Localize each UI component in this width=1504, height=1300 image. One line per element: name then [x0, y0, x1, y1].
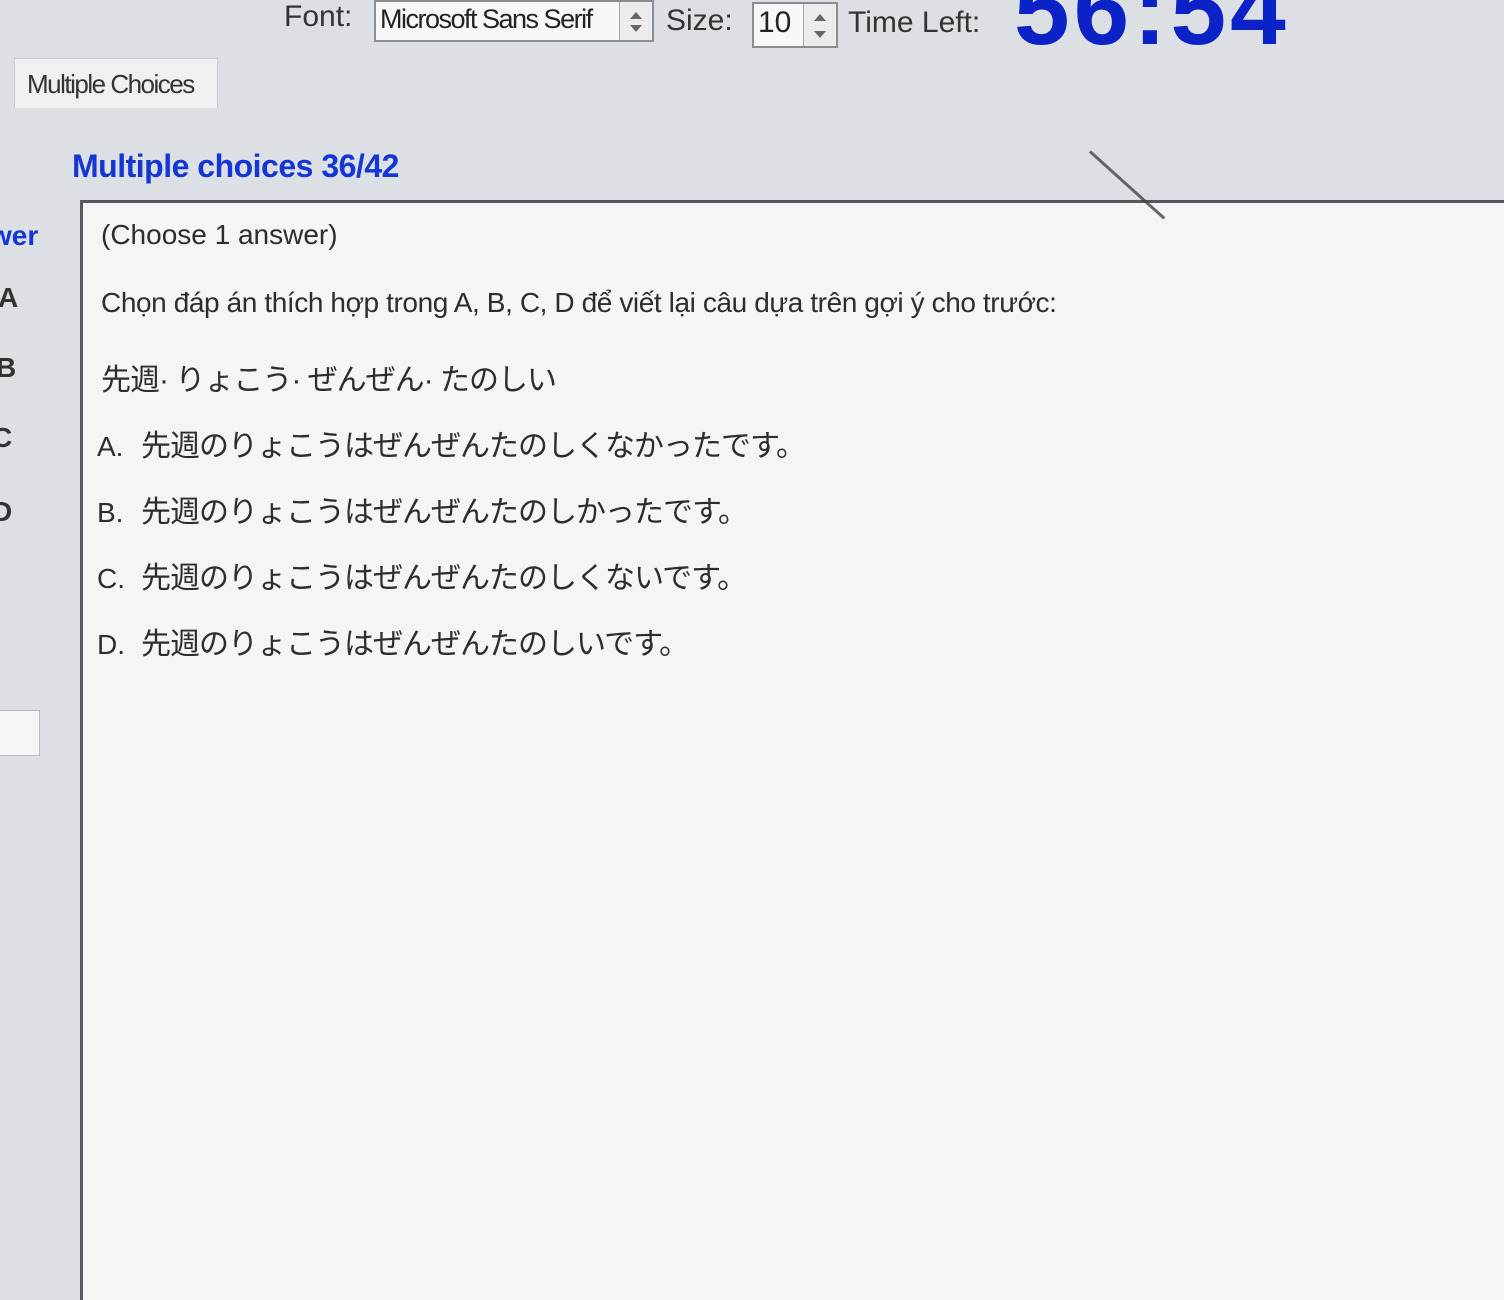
question-sentence: 先週· りょこう· ぜんぜん· たのしい	[101, 364, 557, 397]
choice-text: 先週のりょこうはぜんぜんたのしいです。	[141, 628, 689, 661]
choice-letter: B.	[97, 497, 124, 528]
choice-d[interactable]: D. 先週のりょこうはぜんぜんたのしいです。	[97, 619, 689, 669]
answer-label: wer	[0, 220, 39, 251]
font-spinner[interactable]	[619, 2, 652, 40]
spin-up-icon[interactable]	[630, 12, 642, 19]
time-left-label: Time Left:	[848, 6, 981, 39]
choice-letter: A.	[97, 431, 124, 462]
answer-input[interactable]	[0, 710, 40, 756]
font-select-value: Microsoft Sans Serif	[380, 4, 593, 34]
size-label: Size:	[666, 4, 733, 37]
question-prompt: Chọn đáp án thích hợp trong A, B, C, D đ…	[101, 287, 1057, 318]
choice-letter: D.	[97, 629, 125, 660]
spin-up-icon[interactable]	[814, 14, 826, 21]
tab-label: Multiple Choices	[27, 69, 195, 99]
question-panel: (Choose 1 answer) Chọn đáp án thích hợp …	[80, 200, 1504, 1300]
spin-down-icon[interactable]	[814, 31, 826, 38]
font-label: Font:	[284, 0, 353, 33]
choice-text: 先週のりょこうはぜんぜんたのしくなかったです。	[141, 430, 806, 463]
font-select[interactable]: Microsoft Sans Serif	[374, 0, 654, 42]
size-select[interactable]: 10	[752, 2, 838, 48]
size-select-value: 10	[758, 6, 792, 39]
answer-option-d[interactable]: D	[0, 496, 12, 528]
choice-text: 先週のりょこうはぜんぜんたのしくないです。	[141, 562, 747, 595]
choice-letter: C.	[97, 563, 125, 594]
tab-multiple-choices[interactable]: Multiple Choices	[14, 58, 218, 108]
spin-down-icon[interactable]	[630, 25, 642, 32]
answer-option-a[interactable]: A	[0, 282, 18, 314]
choice-c[interactable]: C. 先週のりょこうはぜんぜんたのしくないです。	[97, 553, 747, 603]
toolbar: Font: Microsoft Sans Serif Size: 10 Time…	[0, 0, 1504, 60]
choice-text: 先週のりょこうはぜんぜんたのしかったです。	[141, 496, 748, 529]
choice-b[interactable]: B. 先週のりょこうはぜんぜんたのしかったです。	[97, 487, 748, 537]
size-spinner[interactable]	[803, 4, 836, 46]
choice-a[interactable]: A. 先週のりょこうはぜんぜんたのしくなかったです。	[97, 421, 806, 471]
answer-option-b[interactable]: B	[0, 352, 16, 384]
section-title: Multiple choices 36/42	[72, 148, 399, 184]
countdown-timer: 56:54	[1014, 0, 1290, 66]
question-instruction: (Choose 1 answer)	[101, 219, 338, 250]
answer-option-c[interactable]: C	[0, 422, 12, 454]
